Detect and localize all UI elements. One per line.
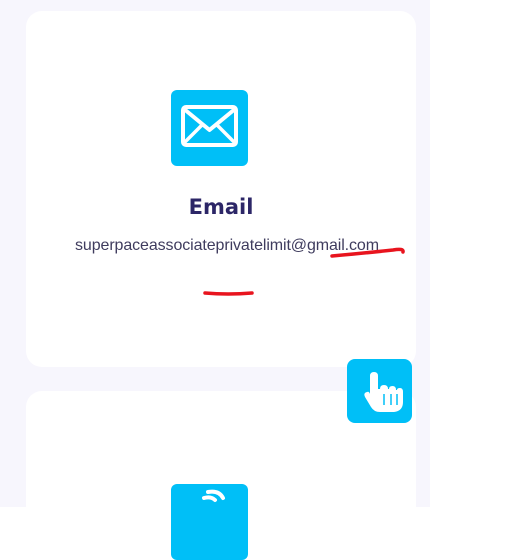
email-card: Email superpaceassociateprivatelimit@gma… — [26, 11, 416, 367]
touch-button[interactable] — [347, 359, 412, 423]
phone-icon-tile — [171, 484, 248, 560]
email-icon-tile — [171, 90, 248, 166]
envelope-icon — [181, 105, 238, 147]
email-address[interactable]: superpaceassociateprivatelimit@gmail.com — [44, 232, 410, 259]
phone-icon — [202, 489, 225, 502]
contact-panel: Email superpaceassociateprivatelimit@gma… — [0, 0, 430, 560]
card-title: Email — [188, 195, 254, 219]
hand-pointer-icon — [364, 372, 403, 412]
